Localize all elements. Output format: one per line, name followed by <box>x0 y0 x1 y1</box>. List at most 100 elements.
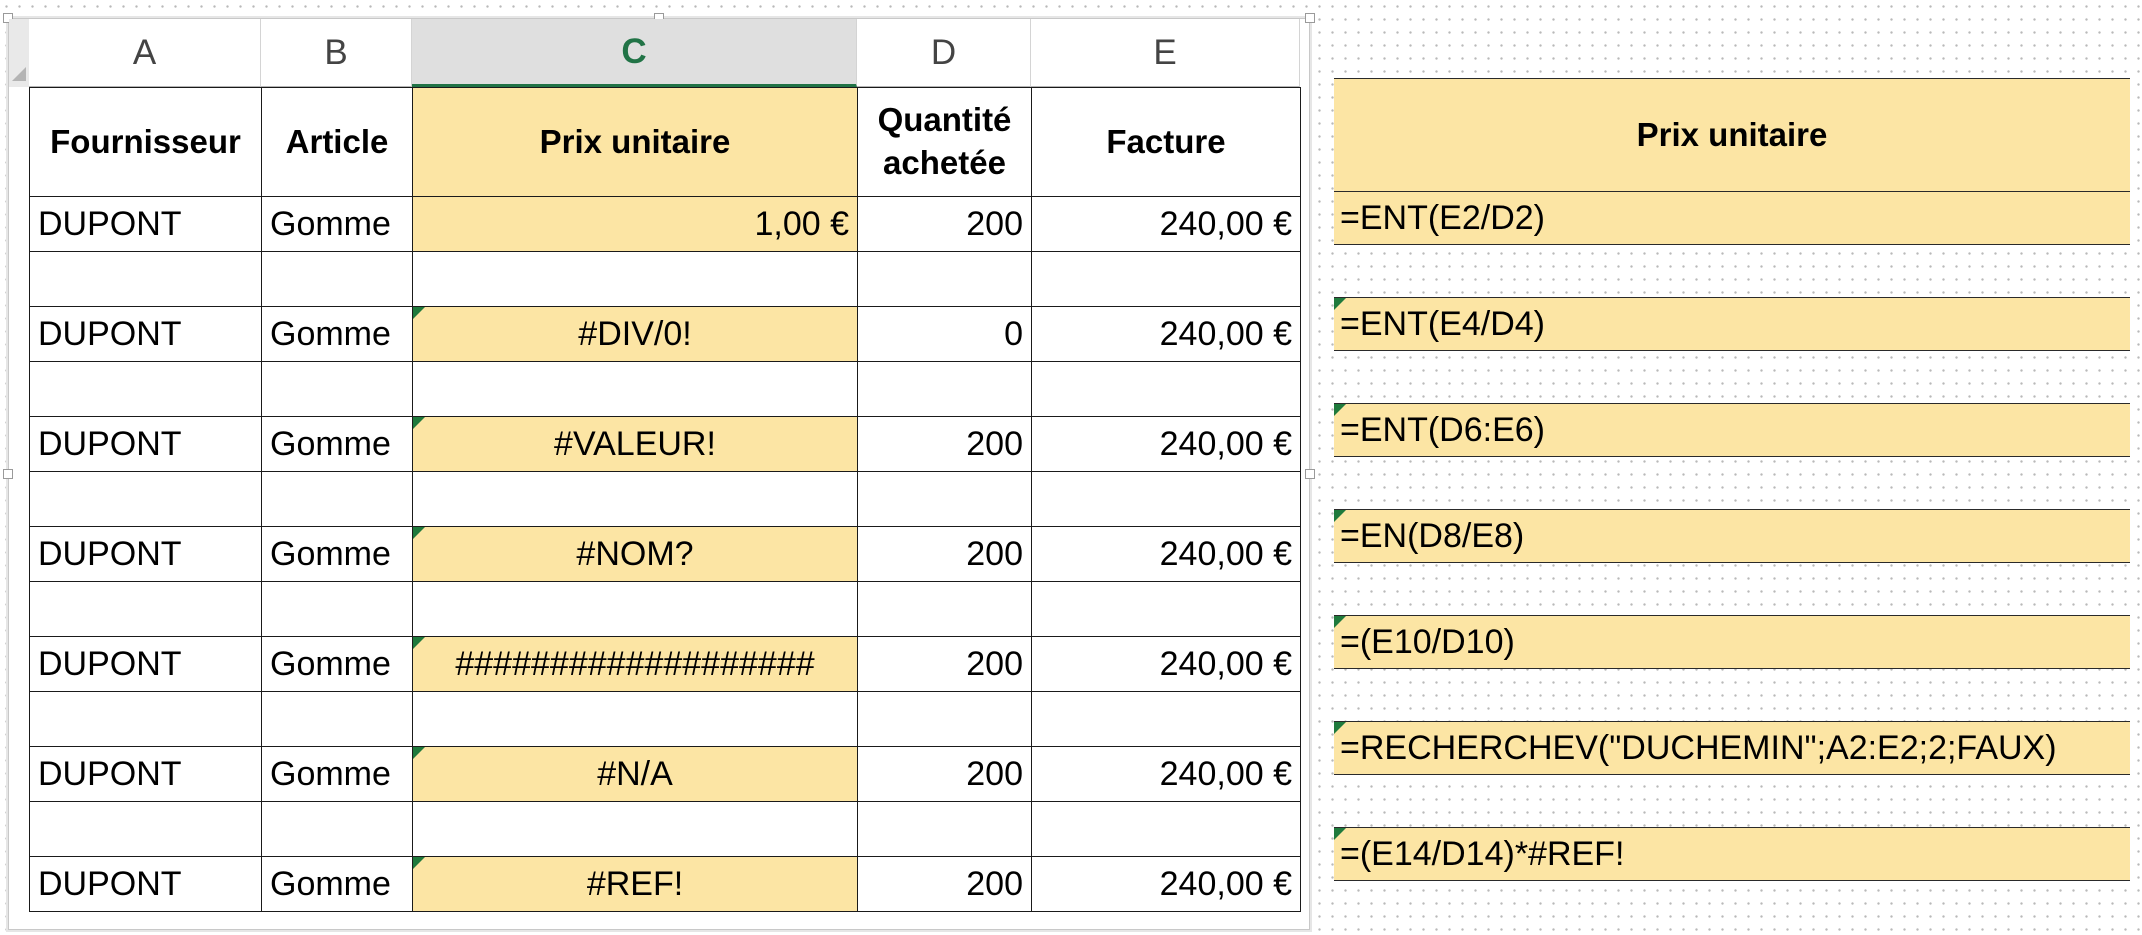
column-header-c[interactable]: C <box>412 19 857 87</box>
empty-cell[interactable] <box>261 471 413 527</box>
cell-prix-unitaire[interactable]: ################### <box>412 636 858 692</box>
empty-cell[interactable] <box>29 691 262 747</box>
table-row: DUPONT Gomme #VALEUR! 200 240,00 € <box>29 416 1301 472</box>
cell-prix-unitaire[interactable]: #NOM? <box>412 526 858 582</box>
cell-article[interactable]: Gomme <box>261 526 413 582</box>
column-header-a[interactable]: A <box>29 19 261 87</box>
header-prix-unitaire[interactable]: Prix unitaire <box>412 87 858 197</box>
empty-cell[interactable] <box>412 361 858 417</box>
cell-prix-value: #VALEUR! <box>554 424 716 463</box>
cell-prix-unitaire[interactable]: #REF! <box>412 856 858 912</box>
formula-cell[interactable]: =ENT(E2/D2) <box>1334 192 2130 245</box>
cell-quantite[interactable]: 0 <box>857 306 1032 362</box>
resize-handle[interactable] <box>1305 469 1315 479</box>
empty-cell[interactable] <box>412 251 858 307</box>
empty-cell[interactable] <box>261 581 413 637</box>
formula-panel-header[interactable]: Prix unitaire <box>1334 78 2130 192</box>
formula-cell[interactable]: =ENT(D6:E6) <box>1334 404 2130 457</box>
cell-fournisseur[interactable]: DUPONT <box>29 856 262 912</box>
empty-cell[interactable] <box>29 471 262 527</box>
cell-quantite[interactable]: 200 <box>857 526 1032 582</box>
cell-article[interactable]: Gomme <box>261 636 413 692</box>
cell-facture[interactable]: 240,00 € <box>1031 526 1301 582</box>
empty-cell[interactable] <box>1031 581 1301 637</box>
formula-text: =EN(D8/E8) <box>1340 517 1525 555</box>
empty-cell[interactable] <box>261 361 413 417</box>
formula-text: =(E14/D14)*#REF! <box>1340 835 1625 873</box>
column-header-b[interactable]: B <box>261 19 412 87</box>
header-quantite-line2: achetée <box>883 144 1006 181</box>
cell-fournisseur[interactable]: DUPONT <box>29 526 262 582</box>
empty-cell[interactable] <box>857 361 1032 417</box>
empty-cell[interactable] <box>29 801 262 857</box>
spreadsheet-grid: A B C D E Fournisseur Article Prix unita… <box>3 13 1315 930</box>
empty-cell[interactable] <box>857 581 1032 637</box>
cell-quantite[interactable]: 200 <box>857 746 1032 802</box>
empty-cell[interactable] <box>1031 251 1301 307</box>
cell-facture[interactable]: 240,00 € <box>1031 306 1301 362</box>
empty-cell[interactable] <box>412 691 858 747</box>
empty-cell[interactable] <box>261 251 413 307</box>
empty-cell[interactable] <box>857 801 1032 857</box>
header-fournisseur[interactable]: Fournisseur <box>29 87 262 197</box>
cell-facture[interactable]: 240,00 € <box>1031 856 1301 912</box>
empty-cell[interactable] <box>1031 801 1301 857</box>
cell-quantite[interactable]: 200 <box>857 196 1032 252</box>
cell-facture[interactable]: 240,00 € <box>1031 636 1301 692</box>
cell-prix-unitaire[interactable]: #DIV/0! <box>412 306 858 362</box>
cell-article[interactable]: Gomme <box>261 306 413 362</box>
resize-handle[interactable] <box>3 469 13 479</box>
header-quantite[interactable]: Quantité achetée <box>857 87 1032 197</box>
cell-fournisseur[interactable]: DUPONT <box>29 196 262 252</box>
column-header-e[interactable]: E <box>1031 19 1300 87</box>
resize-handle[interactable] <box>1305 13 1315 23</box>
empty-cell[interactable] <box>261 801 413 857</box>
data-table: Fournisseur Article Prix unitaire Quanti… <box>29 87 1301 912</box>
cell-article[interactable]: Gomme <box>261 416 413 472</box>
column-header-d[interactable]: D <box>857 19 1031 87</box>
header-article[interactable]: Article <box>261 87 413 197</box>
empty-cell[interactable] <box>1031 691 1301 747</box>
cell-facture[interactable]: 240,00 € <box>1031 196 1301 252</box>
empty-cell[interactable] <box>857 691 1032 747</box>
empty-cell[interactable] <box>412 801 858 857</box>
cell-fournisseur[interactable]: DUPONT <box>29 746 262 802</box>
cell-fournisseur[interactable]: DUPONT <box>29 306 262 362</box>
empty-cell[interactable] <box>29 581 262 637</box>
cell-quantite[interactable]: 200 <box>857 416 1032 472</box>
cell-article[interactable]: Gomme <box>261 856 413 912</box>
formula-cell[interactable]: =(E10/D10) <box>1334 616 2130 669</box>
cell-prix-unitaire[interactable]: 1,00 € <box>412 196 858 252</box>
formula-panel: Prix unitaire =ENT(E2/D2) =ENT(E4/D4) =ENT… <box>1334 78 2130 881</box>
cell-prix-unitaire[interactable]: #VALEUR! <box>412 416 858 472</box>
empty-cell[interactable] <box>29 251 262 307</box>
select-all-corner[interactable] <box>9 19 30 87</box>
cell-facture[interactable]: 240,00 € <box>1031 416 1301 472</box>
cell-prix-value: 1,00 € <box>754 204 849 243</box>
empty-cell[interactable] <box>857 471 1032 527</box>
cell-article[interactable]: Gomme <box>261 746 413 802</box>
empty-cell[interactable] <box>261 691 413 747</box>
empty-cell[interactable] <box>29 361 262 417</box>
formula-gap <box>1334 775 2130 828</box>
header-facture[interactable]: Facture <box>1031 87 1301 197</box>
cell-facture[interactable]: 240,00 € <box>1031 746 1301 802</box>
cell-fournisseur[interactable]: DUPONT <box>29 636 262 692</box>
cell-article[interactable]: Gomme <box>261 196 413 252</box>
empty-cell[interactable] <box>1031 361 1301 417</box>
cell-fournisseur[interactable]: DUPONT <box>29 416 262 472</box>
formula-cell[interactable]: =ENT(E4/D4) <box>1334 298 2130 351</box>
formula-cell[interactable]: =EN(D8/E8) <box>1334 510 2130 563</box>
empty-cell[interactable] <box>412 471 858 527</box>
table-row: DUPONT Gomme ################### 200 240,00 … <box>29 636 1301 692</box>
cell-prix-unitaire[interactable]: #N/A <box>412 746 858 802</box>
error-indicator-icon <box>1334 828 1346 840</box>
empty-cell[interactable] <box>1031 471 1301 527</box>
empty-cell[interactable] <box>857 251 1032 307</box>
cell-quantite[interactable]: 200 <box>857 856 1032 912</box>
formula-cell[interactable]: =RECHERCHEV("DUCHEMIN";A2:E2;2;FAUX) <box>1334 722 2130 775</box>
formula-cell[interactable]: =(E14/D14)*#REF! <box>1334 828 2130 881</box>
error-indicator-icon <box>1334 722 1346 734</box>
empty-cell[interactable] <box>412 581 858 637</box>
cell-quantite[interactable]: 200 <box>857 636 1032 692</box>
